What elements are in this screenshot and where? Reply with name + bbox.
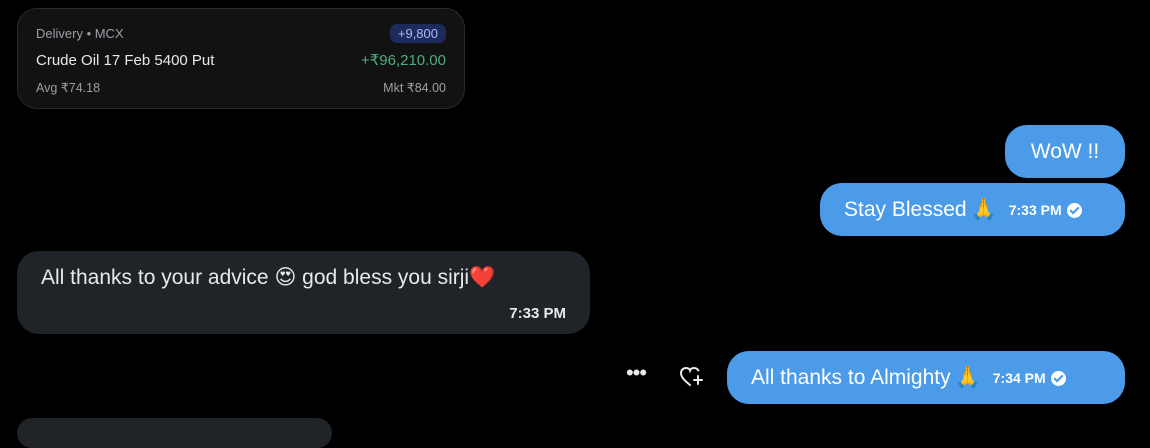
position-meta: Delivery • MCX [36,25,124,41]
add-reaction-heart-icon[interactable] [679,365,705,389]
pnl-value: +₹96,210.00 [360,52,446,69]
message-text: Stay Blessed [844,197,967,221]
message-text: All thanks to your advice 😍 god bless yo… [41,266,470,289]
message-bubble-incoming[interactable]: All thanks to your advice 😍 god bless yo… [17,251,590,334]
average-price: Avg ₹74.18 [36,80,101,95]
message-text: All thanks to Almighty [751,365,951,389]
sent-check-icon [1066,203,1082,218]
message-bubble-outgoing[interactable]: WoW !! [1005,125,1125,178]
message-text: WoW !! [1030,139,1100,163]
message-bubble-incoming-partial [17,418,332,448]
position-card[interactable]: Delivery • MCX +9,800 Crude Oil 17 Feb 5… [17,8,465,109]
message-time: 7:33 PM [509,305,566,322]
message-time: 7:33 PM [1008,201,1062,218]
message-time: 7:34 PM [992,369,1046,386]
more-dots-icon[interactable]: ••• [624,362,648,386]
red-heart-emoji-icon: ❤️ [469,265,496,289]
message-bubble-outgoing[interactable]: All thanks to Almighty 🙏 7:34 PM [727,351,1125,404]
instrument-name: Crude Oil 17 Feb 5400 Put [36,51,215,69]
quantity-badge: +9,800 [389,23,446,43]
message-bubble-outgoing[interactable]: Stay Blessed 🙏 7:33 PM [820,183,1125,236]
market-price: Mkt ₹84.00 [383,80,446,95]
pray-emoji-icon: 🙏 [954,365,981,389]
pray-emoji-icon: 🙏 [970,197,997,221]
sent-check-icon [1050,371,1066,386]
